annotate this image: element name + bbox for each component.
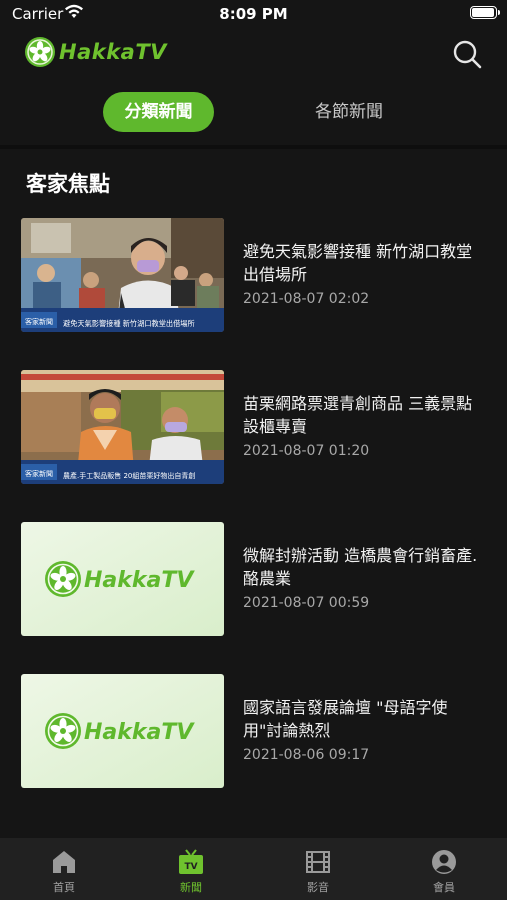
top-bar: HakkaTV	[0, 30, 507, 78]
logo-text: HakkaTV	[59, 40, 167, 64]
news-date: 2021-08-07 00:59	[243, 595, 370, 611]
svg-text:TV: TV	[184, 862, 197, 872]
tab-label: 新聞	[180, 881, 202, 894]
thumbnail-logo-text: HakkaTV	[84, 720, 195, 745]
status-time: 8:09 PM	[219, 5, 288, 23]
tab-program-news[interactable]: 各節新聞	[298, 92, 400, 132]
home-icon	[53, 851, 75, 873]
thumbnail-logo-text: HakkaTV	[84, 568, 195, 593]
tv-news-icon: TV	[179, 849, 203, 874]
news-date: 2021-08-06 09:17	[243, 747, 370, 763]
news-title[interactable]: 苗栗網路票選青創商品 三義景點設櫃專賣	[243, 392, 483, 438]
news-date: 2021-08-07 02:02	[243, 291, 370, 307]
tab-label: 會員	[433, 881, 455, 894]
news-item[interactable]: HakkaTV 國家語言發展論壇 "母語字使用"討論熱烈 2021-08-06 …	[0, 674, 507, 790]
news-item[interactable]: 客家新聞 避免天氣影響接種 新竹湖口教堂出借場所 避免天氣影響接種 新竹湖口教堂…	[0, 218, 507, 334]
news-thumbnail[interactable]: 客家新聞 避免天氣影響接種 新竹湖口教堂出借場所	[21, 218, 224, 332]
news-thumbnail[interactable]: 客家新聞 農產.手工製品販售 20組苗栗好物出自青創	[21, 370, 224, 484]
logo-mark-icon	[25, 37, 55, 67]
section-title: 客家焦點	[26, 172, 110, 196]
news-segment-control: 分類新聞 各節新聞	[0, 92, 507, 132]
news-item[interactable]: 客家新聞 農產.手工製品販售 20組苗栗好物出自青創 苗栗網路票選青創商品 三義…	[0, 370, 507, 486]
section-divider	[0, 145, 507, 149]
news-title[interactable]: 微解封辦活動 造橋農會行銷畜產.酪農業	[243, 544, 483, 590]
tab-member[interactable]: 會員	[404, 848, 484, 895]
news-item[interactable]: HakkaTV 微解封辦活動 造橋農會行銷畜產.酪農業 2021-08-07 0…	[0, 522, 507, 638]
news-title[interactable]: 國家語言發展論壇 "母語字使用"討論熱烈	[243, 696, 483, 742]
film-icon	[306, 851, 330, 873]
thumbnail-caption: 農產.手工製品販售 20組苗栗好物出自青創	[63, 471, 195, 480]
tab-label: 影音	[307, 881, 329, 894]
user-icon	[432, 850, 456, 874]
news-thumbnail[interactable]: HakkaTV	[21, 522, 224, 636]
svg-text:客家新聞: 客家新聞	[25, 317, 53, 326]
tab-video[interactable]: 影音	[278, 848, 358, 895]
hakkatv-logo[interactable]: HakkaTV	[24, 36, 167, 68]
news-thumbnail[interactable]: HakkaTV	[21, 674, 224, 788]
tab-news[interactable]: TV 新聞	[151, 848, 231, 895]
battery-icon	[470, 6, 500, 19]
thumbnail-caption: 避免天氣影響接種 新竹湖口教堂出借場所	[63, 319, 195, 328]
svg-text:客家新聞: 客家新聞	[25, 469, 53, 478]
tab-category-news[interactable]: 分類新聞	[103, 92, 214, 132]
bottom-tab-bar: 首頁 TV 新聞 影音 會員	[0, 838, 507, 900]
search-button[interactable]	[451, 38, 483, 70]
status-bar: Carrier 8:09 PM	[0, 0, 507, 28]
search-icon	[453, 40, 482, 69]
tab-home[interactable]: 首頁	[24, 848, 104, 895]
tab-label: 首頁	[53, 881, 75, 894]
news-date: 2021-08-07 01:20	[243, 443, 370, 459]
news-title[interactable]: 避免天氣影響接種 新竹湖口教堂出借場所	[243, 240, 483, 286]
